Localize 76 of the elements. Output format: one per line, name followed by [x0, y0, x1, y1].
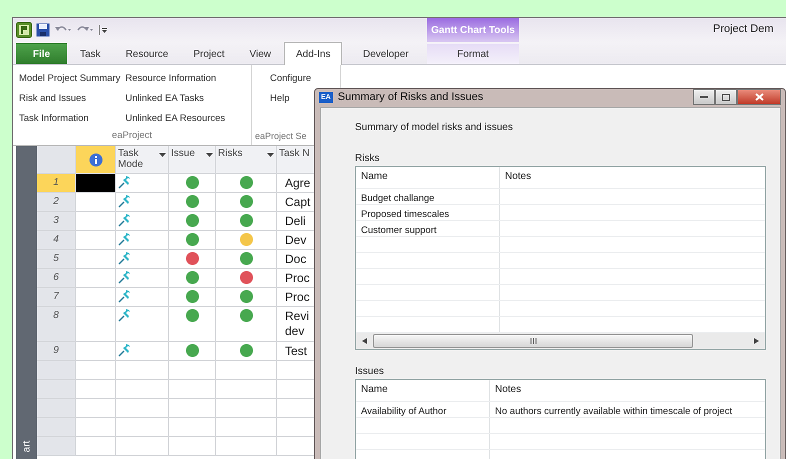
maximize-icon: [722, 94, 730, 100]
minimize-button[interactable]: [693, 89, 715, 105]
ribbon-tab[interactable]: Format: [427, 43, 519, 64]
row-number[interactable]: 6: [37, 269, 76, 288]
view-label: art: [21, 440, 32, 452]
ribbon-tab[interactable]: Task: [68, 43, 113, 64]
list-header[interactable]: Notes: [490, 380, 765, 401]
row-number[interactable]: 7: [37, 288, 76, 307]
column-header[interactable]: Risks: [216, 146, 277, 174]
ribbon-command[interactable]: Task Information: [19, 108, 120, 128]
dropdown-arrow-icon: [267, 153, 274, 157]
row-number[interactable]: 1: [37, 174, 76, 193]
group-label: eaProject Se: [254, 130, 308, 143]
section-label: Risks: [355, 153, 380, 166]
pushpin-icon: [118, 233, 132, 246]
contextual-tab-header: Gantt Chart Tools: [427, 18, 519, 42]
info-icon: [88, 152, 102, 166]
list-cell[interactable]: Customer support: [356, 221, 500, 236]
ribbon-tab[interactable]: Resource: [114, 43, 180, 64]
pushpin-icon: [118, 214, 132, 227]
list-cell[interactable]: Budget challange: [356, 189, 500, 204]
maximize-button[interactable]: [715, 89, 737, 105]
ribbon-tab[interactable]: Add-Ins: [284, 42, 342, 65]
list-header[interactable]: Notes: [500, 167, 765, 188]
customize-toolbar-icon[interactable]: [98, 24, 107, 36]
column-header[interactable]: Task Mode: [116, 146, 169, 174]
scroll-left-icon[interactable]: [362, 338, 367, 344]
row-number[interactable]: 5: [37, 250, 76, 269]
ribbon-command[interactable]: Unlinked EA Tasks: [125, 88, 226, 108]
save-icon[interactable]: [36, 23, 50, 37]
pushpin-icon: [118, 309, 132, 322]
ribbon-tab[interactable]: File: [16, 43, 67, 64]
list-cell[interactable]: No authors currently available within timescale of project: [490, 402, 765, 417]
scroll-thumb[interactable]: [373, 334, 693, 348]
ribbon-tab[interactable]: Developer: [351, 43, 421, 64]
row-number[interactable]: 3: [37, 212, 76, 231]
header-cell[interactable]: [76, 146, 116, 174]
pushpin-icon: [118, 290, 132, 303]
ribbon-command[interactable]: Unlinked EA Resources: [125, 108, 226, 128]
pushpin-icon: [118, 195, 132, 208]
list-header[interactable]: Name: [356, 380, 490, 401]
pushpin-icon: [118, 252, 132, 265]
pushpin-icon: [118, 271, 132, 284]
close-button[interactable]: [737, 89, 781, 105]
grip-icon: [530, 338, 536, 344]
dialog-intro: Summary of model risks and issues: [355, 122, 514, 133]
group-label: eaProject: [110, 129, 154, 143]
list-header[interactable]: Name: [356, 167, 500, 188]
row-number[interactable]: 9: [37, 342, 76, 361]
column-header[interactable]: Issue: [169, 146, 216, 174]
pushpin-icon: [118, 176, 132, 189]
ribbon-tab[interactable]: Project: [181, 43, 236, 64]
ribbon-command[interactable]: Configure: [270, 68, 312, 88]
ribbon-command[interactable]: Help: [270, 88, 312, 108]
section-label: Issues: [355, 366, 385, 379]
window-title: Project Dem: [713, 23, 774, 35]
dropdown-arrow-icon: [159, 153, 166, 157]
column-header[interactable]: Task N: [277, 146, 314, 174]
row-number[interactable]: 4: [37, 231, 76, 250]
horizontal-scrollbar[interactable]: [356, 333, 765, 349]
list-cell[interactable]: Proposed timescales: [356, 205, 500, 220]
row-number[interactable]: 2: [37, 193, 76, 212]
ribbon-command[interactable]: Resource Information: [125, 68, 226, 88]
ribbon-command[interactable]: Model Project Summary: [19, 68, 120, 88]
ribbon-tab[interactable]: View: [238, 43, 283, 64]
dialog-title: Summary of Risks and Issues: [338, 91, 484, 103]
dropdown-arrow-icon: [206, 153, 213, 157]
close-icon: [754, 93, 764, 101]
minimize-icon: [700, 96, 708, 98]
app-logo-icon[interactable]: [16, 22, 32, 38]
ribbon-command[interactable]: Risk and Issues: [19, 88, 120, 108]
list-cell[interactable]: Availability of Author: [356, 402, 490, 417]
scroll-right-icon[interactable]: [754, 338, 759, 344]
corner-cell: [37, 146, 76, 174]
pushpin-icon: [118, 344, 132, 357]
row-number[interactable]: 8: [37, 307, 76, 342]
